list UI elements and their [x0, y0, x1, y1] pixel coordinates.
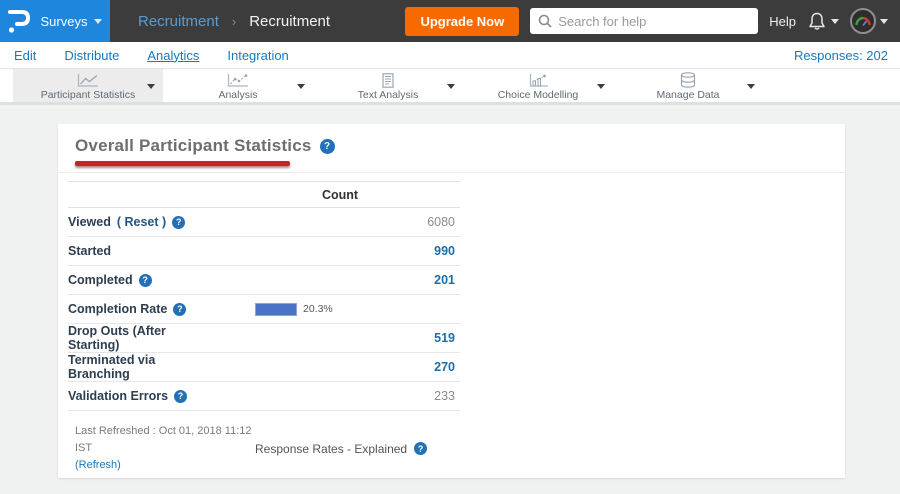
row-label: Viewed: [68, 215, 111, 229]
table-row-drop-outs: Drop Outs (After Starting) 519: [68, 324, 460, 353]
account-menu[interactable]: [850, 8, 888, 34]
chevron-down-icon: [880, 18, 888, 24]
card-footer: Last Refreshed : Oct 01, 2018 11:12 IST …: [75, 423, 845, 474]
table-header-row: Count: [68, 181, 460, 208]
last-refreshed-text: Last Refreshed : Oct 01, 2018 11:12 IST: [75, 425, 252, 455]
table-row-terminated: Terminated via Branching 270: [68, 353, 460, 382]
avatar: [850, 8, 876, 34]
database-icon: [680, 72, 696, 88]
row-value[interactable]: 990: [220, 244, 460, 258]
red-underline-annotation: [75, 161, 290, 166]
row-value[interactable]: 201: [220, 273, 460, 287]
nav-item-edit[interactable]: Edit: [14, 48, 36, 63]
row-value: 233: [434, 389, 455, 403]
breadcrumb: Recruitment › Recruitment: [138, 13, 330, 30]
document-icon: [382, 72, 394, 88]
responses-count[interactable]: Responses: 202: [794, 48, 888, 63]
tab-label: Analysis: [218, 88, 258, 101]
help-icon[interactable]: ?: [414, 442, 428, 456]
row-label: Terminated via Branching: [68, 353, 156, 381]
breadcrumb-current: Recruitment: [249, 12, 331, 30]
app-logo-block[interactable]: Surveys: [0, 0, 110, 42]
chevron-down-icon[interactable]: [597, 84, 605, 89]
help-icon[interactable]: ?: [172, 215, 186, 229]
tab-label: Text Analysis: [357, 88, 419, 101]
count-column-header: Count: [321, 187, 359, 202]
help-icon[interactable]: ?: [174, 389, 188, 403]
surveys-menu[interactable]: Surveys: [41, 14, 103, 29]
line-chart-icon: [77, 73, 98, 87]
response-rates-explained-label: Response Rates - Explained: [255, 441, 408, 456]
page-title: Overall Participant Statistics: [75, 136, 312, 155]
tab-analysis[interactable]: Analysis: [163, 69, 313, 102]
row-label: Started: [68, 244, 112, 258]
tab-participant-statistics[interactable]: Participant Statistics: [13, 69, 163, 102]
participant-statistics-table: Count Viewed ( Reset ) ? 6080 Started 99…: [68, 181, 460, 411]
bell-icon: [809, 12, 825, 30]
table-row-completion-rate: Completion Rate ? 20.3%: [68, 295, 460, 324]
chevron-down-icon[interactable]: [447, 84, 455, 89]
notifications-menu[interactable]: [807, 11, 839, 32]
analytics-toolbar: Participant Statistics Analysis Text Ana…: [0, 69, 900, 105]
tab-manage-data[interactable]: Manage Data: [613, 69, 763, 102]
upgrade-now-button[interactable]: Upgrade Now: [405, 6, 520, 36]
chevron-down-icon: [94, 18, 103, 24]
row-value: 6080: [427, 215, 455, 229]
nav-item-analytics[interactable]: Analytics: [147, 48, 199, 63]
nav-item-distribute[interactable]: Distribute: [64, 48, 119, 63]
questionpro-logo-icon: [7, 10, 30, 33]
chevron-down-icon[interactable]: [147, 84, 155, 89]
gauge-icon: [855, 16, 871, 27]
nav-item-integration[interactable]: Integration: [227, 48, 288, 63]
completion-rate-percent: 20.3%: [303, 303, 333, 315]
table-row-viewed: Viewed ( Reset ) ? 6080: [68, 208, 460, 237]
chevron-down-icon: [831, 18, 839, 24]
row-value[interactable]: 270: [220, 360, 460, 374]
divider: [58, 172, 845, 173]
trend-chart-icon: [227, 73, 248, 87]
help-icon[interactable]: ?: [173, 302, 187, 316]
table-row-started: Started 990: [68, 237, 460, 266]
tab-choice-modelling[interactable]: Choice Modelling: [463, 69, 613, 102]
row-label: Completed: [68, 273, 133, 287]
table-row-completed: Completed ? 201: [68, 266, 460, 295]
completion-rate-bar-fill: [255, 302, 297, 316]
help-icon[interactable]: ?: [138, 273, 152, 287]
row-label: Validation Errors: [68, 389, 169, 403]
tab-text-analysis[interactable]: Text Analysis: [313, 69, 463, 102]
tab-label: Manage Data: [656, 89, 720, 101]
search-icon: [538, 14, 552, 28]
survey-nav: Edit Distribute Analytics Integration Re…: [0, 42, 900, 69]
surveys-menu-label: Surveys: [40, 13, 88, 29]
statistics-card: Overall Participant Statistics ? Count V…: [58, 124, 845, 478]
page-body: Overall Participant Statistics ? Count V…: [0, 105, 900, 494]
search-input[interactable]: [530, 8, 759, 34]
breadcrumb-separator-icon: ›: [231, 13, 237, 29]
tab-label: Choice Modelling: [497, 88, 579, 101]
top-header: Surveys Recruitment › Recruitment Upgrad…: [0, 0, 900, 42]
reset-link[interactable]: ( Reset ): [117, 215, 166, 229]
choice-chart-icon: [529, 73, 548, 87]
breadcrumb-parent[interactable]: Recruitment: [138, 13, 219, 30]
row-label: Completion Rate: [68, 302, 168, 316]
chevron-down-icon[interactable]: [747, 84, 755, 89]
refresh-link[interactable]: (Refresh): [75, 459, 121, 471]
row-label: Drop Outs (After Starting): [68, 324, 166, 352]
row-value[interactable]: 519: [220, 331, 460, 345]
table-row-validation-errors: Validation Errors ? 233: [68, 382, 460, 411]
help-icon[interactable]: ?: [319, 138, 335, 154]
chevron-down-icon[interactable]: [297, 84, 305, 89]
help-link[interactable]: Help: [769, 14, 796, 29]
tab-label: Participant Statistics: [40, 88, 136, 101]
